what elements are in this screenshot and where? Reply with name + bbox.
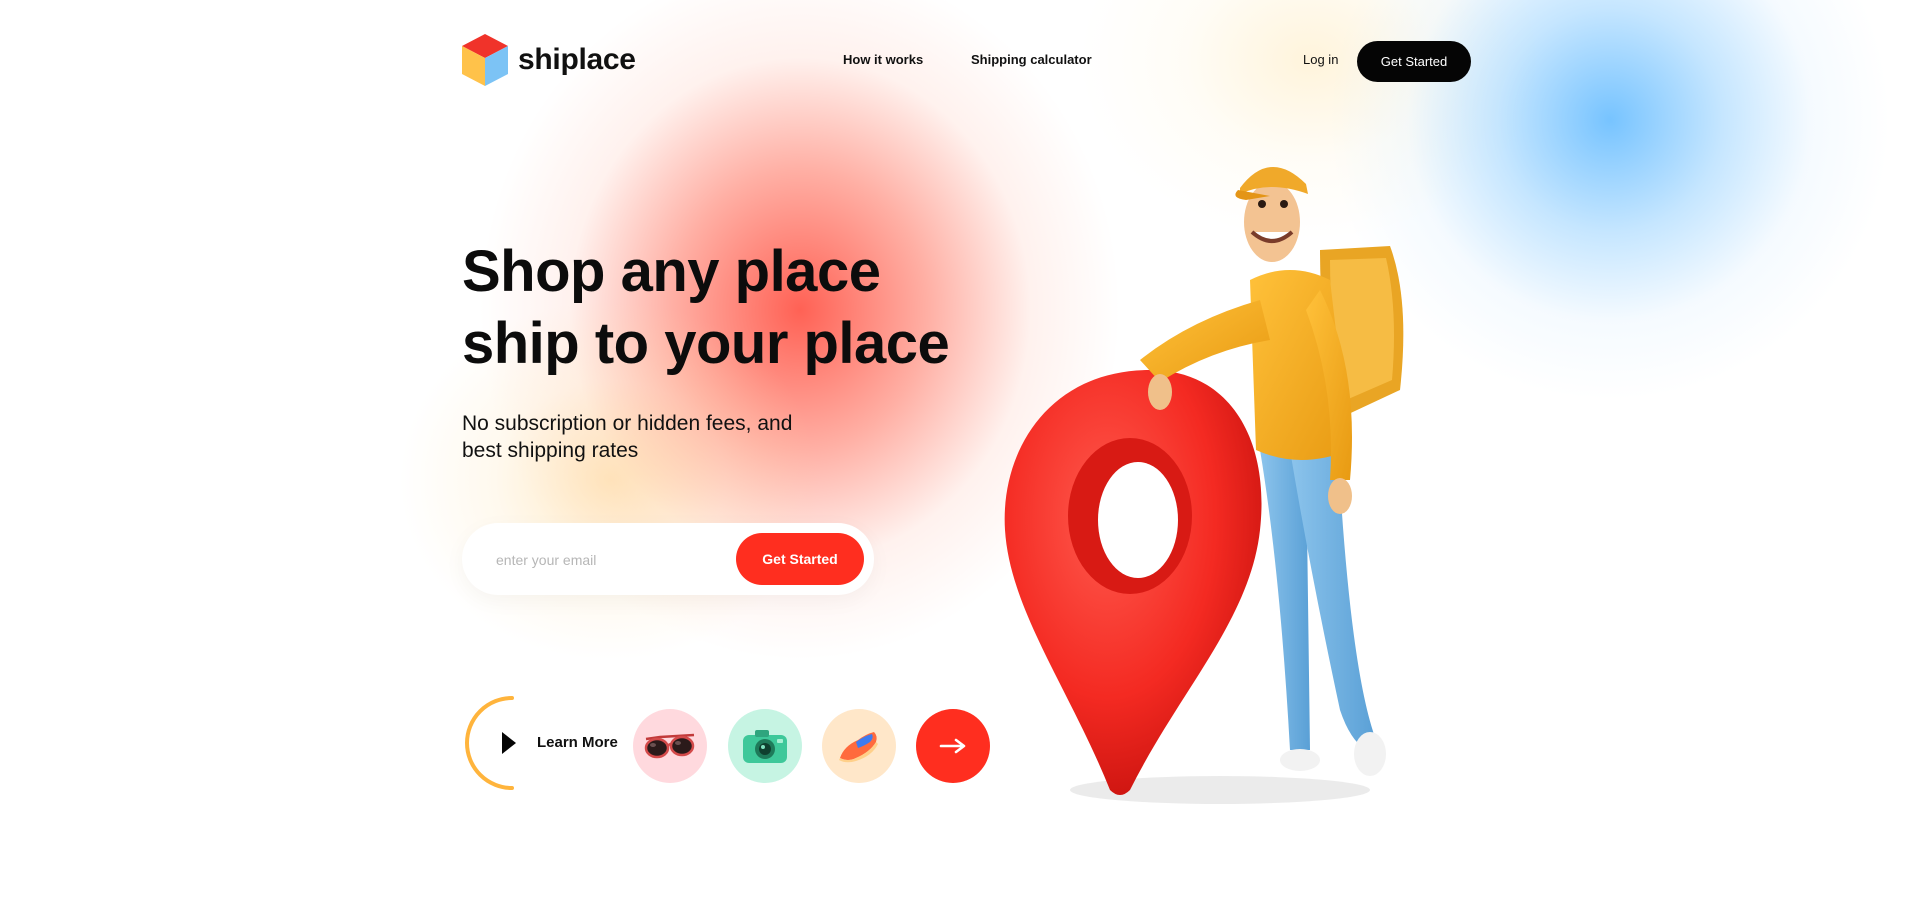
brand-name: shiplace bbox=[518, 43, 636, 76]
header-get-started-button[interactable]: Get Started bbox=[1357, 41, 1471, 82]
sneaker-icon bbox=[839, 732, 878, 763]
product-sunglasses[interactable] bbox=[633, 709, 707, 783]
next-button[interactable] bbox=[916, 709, 990, 783]
landing-page: shiplace How it works Shipping calculato… bbox=[0, 0, 1920, 924]
hero-title-line-2: ship to your place bbox=[462, 311, 950, 376]
hero-subtitle: No subscription or hidden fees, and best… bbox=[462, 410, 792, 464]
hero-title-line-1: Shop any place bbox=[462, 239, 881, 304]
cube-logo-icon bbox=[462, 34, 508, 86]
arrow-right-icon bbox=[939, 738, 966, 754]
logo-link[interactable]: shiplace bbox=[462, 34, 636, 86]
camera-icon bbox=[743, 730, 787, 763]
delivery-man-with-location-pin-illustration bbox=[1004, 166, 1404, 804]
email-signup-form: Get Started bbox=[462, 523, 874, 595]
site-header: shiplace How it works Shipping calculato… bbox=[0, 0, 1920, 124]
learn-more-label: Learn More bbox=[537, 734, 618, 751]
email-input[interactable] bbox=[494, 545, 718, 575]
hero-subtitle-line-1: No subscription or hidden fees, and bbox=[462, 412, 793, 435]
hero-title: Shop any place ship to your place bbox=[462, 236, 950, 380]
hero-subtitle-line-2: best shipping rates bbox=[462, 439, 639, 462]
delivery-illustration bbox=[990, 150, 1510, 830]
login-link[interactable]: Log in bbox=[1303, 52, 1338, 67]
sunglasses-icon bbox=[644, 733, 695, 759]
nav-how-it-works[interactable]: How it works bbox=[843, 52, 923, 67]
product-sneaker[interactable] bbox=[822, 709, 896, 783]
email-get-started-button[interactable]: Get Started bbox=[736, 533, 864, 585]
play-icon bbox=[502, 732, 516, 754]
nav-shipping-calculator[interactable]: Shipping calculator bbox=[971, 52, 1092, 67]
product-camera[interactable] bbox=[728, 709, 802, 783]
